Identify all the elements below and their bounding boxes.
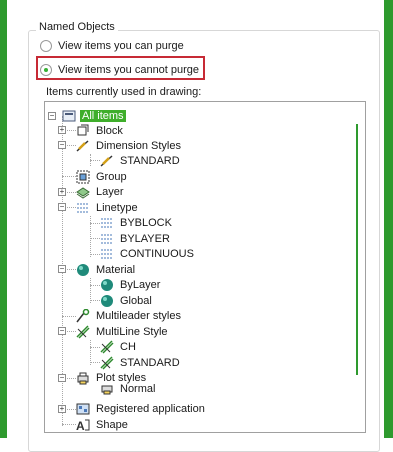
tree-item-standard-dim[interactable]: STANDARD — [100, 153, 182, 168]
plot-style-icon — [77, 372, 89, 384]
collapse-material[interactable]: − — [58, 265, 66, 273]
radio-view-non-purgeable[interactable]: View items you cannot purge — [40, 61, 199, 79]
multiline-icon — [100, 355, 114, 370]
layer-icon — [76, 186, 90, 199]
svg-text:A: A — [76, 419, 85, 432]
expand-registered-app[interactable]: + — [58, 405, 66, 413]
tree-item-layer[interactable]: Layer — [76, 184, 126, 199]
radio-circle[interactable] — [40, 40, 52, 52]
tree-item-shape[interactable]: A Shape — [76, 417, 130, 432]
tree-item-block[interactable]: Block — [76, 123, 125, 138]
linetype-icon — [101, 218, 113, 227]
tree-item-all-items[interactable]: All items — [62, 108, 126, 123]
named-objects-label: Named Objects — [36, 21, 118, 33]
collapse-dimension-styles[interactable]: − — [58, 141, 66, 149]
tree-caption: Items currently used in drawing: — [46, 86, 202, 98]
collapse-plot-styles[interactable]: − — [58, 374, 66, 382]
tree-item-ml-standard[interactable]: STANDARD — [100, 355, 182, 370]
expand-block[interactable]: + — [58, 126, 66, 134]
tree-item-ml-ch[interactable]: CH — [100, 339, 138, 354]
multiline-icon — [100, 339, 114, 354]
left-gap — [7, 0, 27, 438]
tree-item-dimension-styles[interactable]: Dimension Styles — [76, 138, 183, 153]
radio-circle-checked[interactable] — [40, 64, 52, 76]
expand-layer[interactable]: + — [58, 188, 66, 196]
group-icon — [76, 170, 90, 183]
left-green-bar — [0, 0, 7, 438]
shape-icon: A — [76, 419, 90, 432]
registered-app-icon — [76, 403, 90, 414]
linetype-icon — [101, 249, 113, 258]
tree-item-registered-application[interactable]: Registered application — [76, 401, 207, 416]
collapse-root[interactable]: − — [48, 112, 56, 120]
radio-purge-label[interactable]: View items you can purge — [58, 40, 184, 52]
tree-item-multiline-style[interactable]: MultiLine Style — [76, 324, 170, 339]
tree-item-continuous[interactable]: CONTINUOUS — [100, 246, 196, 261]
tree-item-group[interactable]: Group — [76, 169, 129, 184]
tree-item-material[interactable]: Material — [76, 262, 137, 277]
tree-item-multileader-styles[interactable]: Multileader styles — [76, 308, 183, 323]
radio-view-purgeable[interactable]: View items you can purge — [40, 37, 184, 55]
linetype-icon — [101, 234, 113, 243]
plot-style-icon — [101, 385, 113, 395]
tree-item-bylayer[interactable]: BYLAYER — [100, 231, 172, 246]
block-icon — [77, 124, 89, 135]
folder-icon — [62, 110, 76, 121]
linetype-icon — [77, 203, 89, 212]
dimension-style-icon — [76, 139, 89, 152]
multiline-icon — [76, 324, 90, 339]
multileader-icon — [76, 308, 90, 322]
tree-item-linetype[interactable]: Linetype — [76, 200, 140, 215]
material-sphere-icon — [77, 263, 89, 276]
collapse-multiline[interactable]: − — [58, 327, 66, 335]
right-green-bar — [384, 0, 393, 438]
radio-cannot-label[interactable]: View items you cannot purge — [58, 64, 199, 76]
tree-item-mat-bylayer[interactable]: ByLayer — [100, 277, 162, 292]
tree-item-byblock[interactable]: BYBLOCK — [100, 215, 174, 230]
material-sphere-icon — [101, 278, 113, 291]
tree-item-mat-global[interactable]: Global — [100, 293, 154, 308]
collapse-linetype[interactable]: − — [58, 203, 66, 211]
material-sphere-icon — [101, 294, 113, 307]
tree-item-normal[interactable]: Normal — [100, 384, 157, 395]
items-tree[interactable]: − + − + − − − − + All items Block Dimens… — [44, 101, 366, 433]
tree-item-plot-styles[interactable]: Plot styles — [76, 370, 148, 385]
dimension-style-icon — [100, 154, 113, 167]
tree-scrollbar[interactable] — [356, 124, 358, 375]
